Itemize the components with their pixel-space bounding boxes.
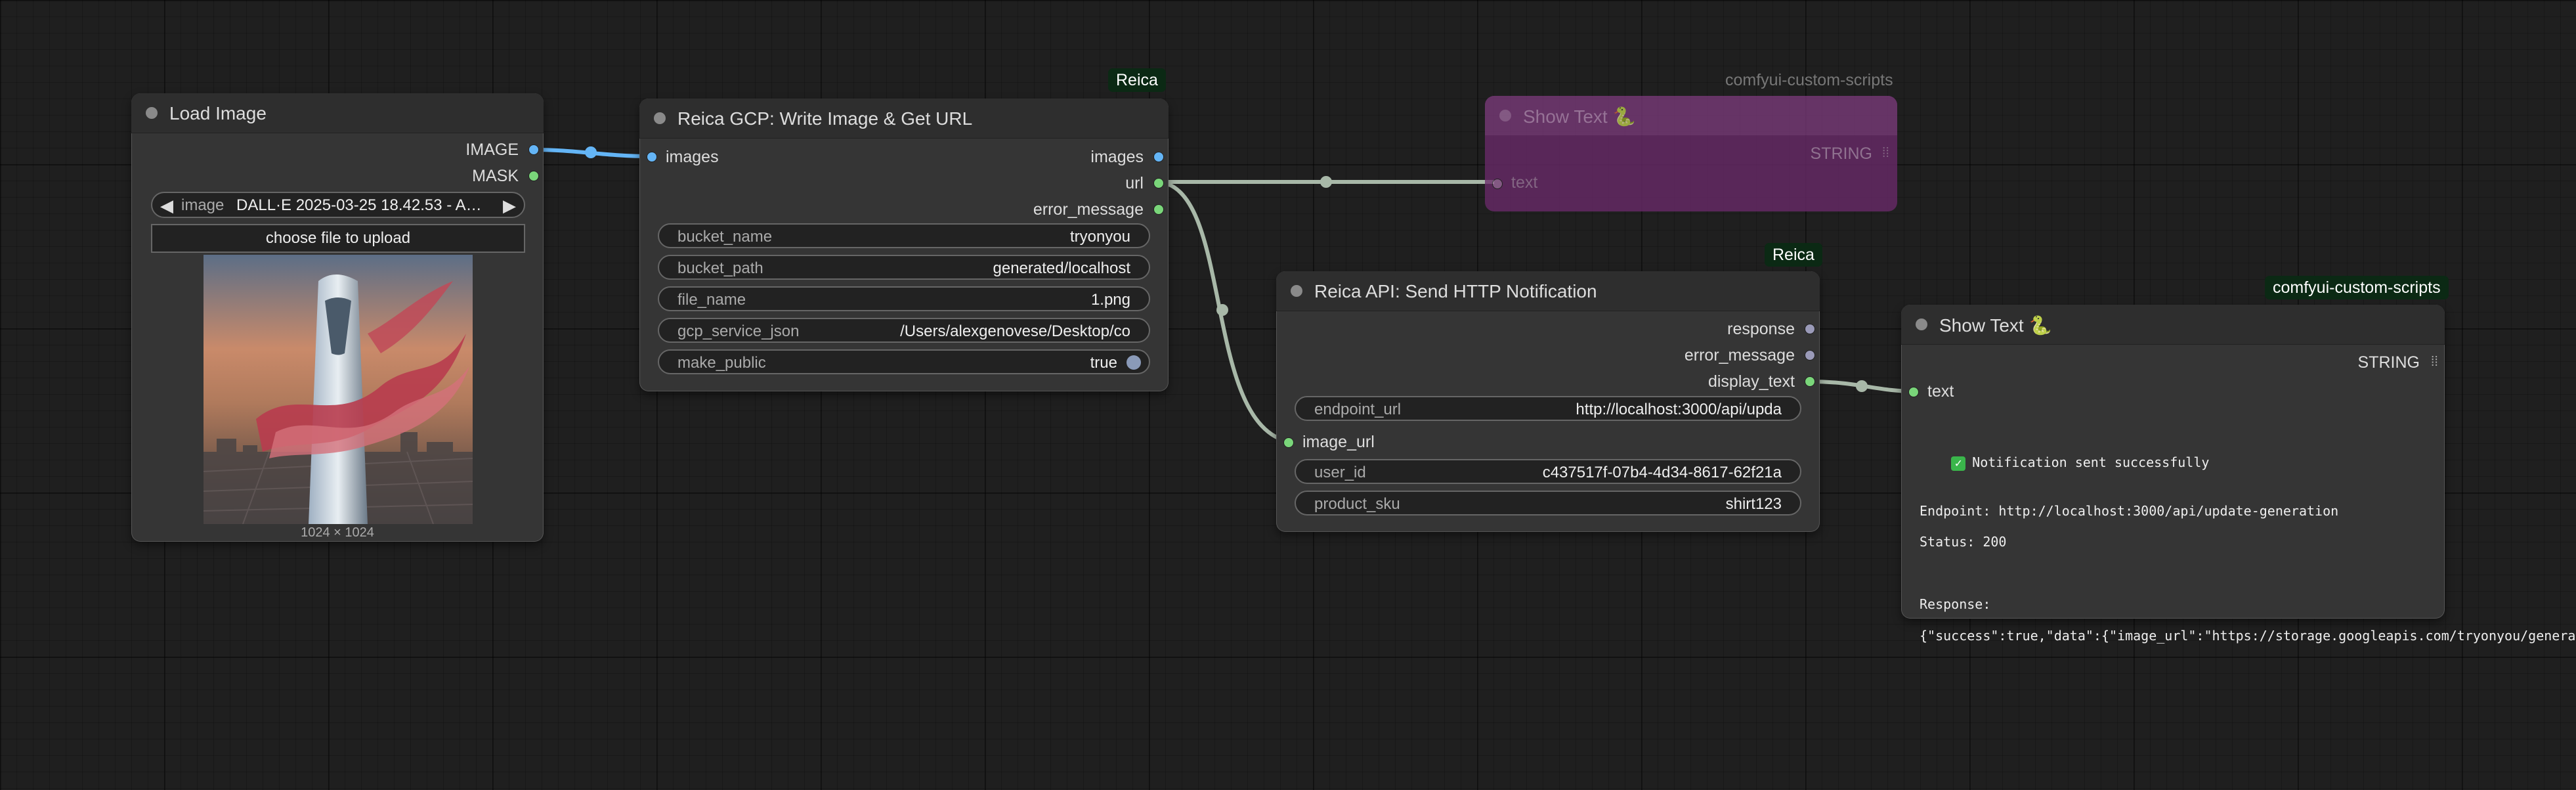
output-response-label: response: [1727, 320, 1795, 338]
widget-label: gcp_service_json: [677, 322, 800, 340]
input-text-label: text: [1511, 173, 1538, 192]
output-url-label: url: [1125, 174, 1144, 192]
output-error-message-slot[interactable]: [1805, 350, 1815, 361]
show-text-node[interactable]: Show Text 🐍 STRING ⁞⁞ text ✓ Notification…: [1901, 305, 2445, 619]
output-image-slot[interactable]: [528, 144, 539, 155]
widget-value: 1.png: [1090, 291, 1130, 309]
widget-label: make_public: [677, 354, 766, 372]
output-url-slot[interactable]: [1153, 178, 1164, 188]
widget-label: product_sku: [1314, 495, 1400, 513]
output-error-message-label: error_message: [1033, 200, 1144, 219]
node-title: Load Image: [169, 103, 267, 123]
link-midpoint[interactable]: [585, 146, 597, 158]
bucket-name-widget[interactable]: bucket_name tryonyou: [658, 223, 1150, 248]
link-midpoint[interactable]: [1856, 380, 1868, 392]
input-image-url-label: image_url: [1302, 433, 1375, 451]
output-images-label: images: [1090, 148, 1144, 166]
link-midpoint[interactable]: [1216, 304, 1228, 316]
endpoint-url-widget[interactable]: endpoint_url http://localhost:3000/api/u…: [1295, 396, 1801, 421]
collapse-dot-icon[interactable]: [1916, 318, 1927, 330]
input-text-slot[interactable]: [1492, 179, 1503, 189]
user-id-widget[interactable]: user_id c437517f-07b4-4d34-8617-62f21a: [1295, 459, 1801, 484]
node-title-bar[interactable]: Reica API: Send HTTP Notification: [1276, 271, 1820, 311]
toggle-knob-icon[interactable]: [1127, 355, 1141, 370]
notification-text: Notification sent successfully: [1972, 454, 2210, 470]
file-name-widget[interactable]: file_name 1.png: [658, 286, 1150, 311]
product-sku-widget[interactable]: product_sku shirt123: [1295, 491, 1801, 516]
link-url-to-http: [1156, 180, 1291, 444]
collapse-dot-icon[interactable]: [146, 107, 158, 119]
response-label-line: Response:: [1920, 596, 1991, 612]
output-display-text-slot[interactable]: [1805, 376, 1815, 387]
input-text-slot[interactable]: [1908, 387, 1919, 397]
widget-label: bucket_path: [677, 259, 763, 277]
image-dimensions: 1024 × 1024: [301, 525, 374, 540]
check-icon: ✓: [1951, 456, 1966, 471]
output-error-message-slot[interactable]: [1153, 204, 1164, 215]
node-title: Reica GCP: Write Image & Get URL: [677, 108, 973, 129]
widget-value: http://localhost:3000/api/upda: [1576, 401, 1782, 418]
input-images-slot[interactable]: [647, 152, 657, 162]
widget-label: endpoint_url: [1314, 401, 1402, 418]
notification-line: ✓ Notification sent successfully: [1920, 439, 2209, 487]
output-display-text-label: display_text: [1707, 372, 1795, 391]
node-title: Reica API: Send HTTP Notification: [1314, 281, 1597, 301]
input-images-label: images: [666, 148, 719, 166]
widget-value: shirt123: [1725, 495, 1782, 513]
widget-label: user_id: [1314, 464, 1366, 481]
widget-value: generated/localhost: [993, 259, 1130, 277]
arrow-right-icon[interactable]: ▶: [503, 196, 516, 216]
widget-value: tryonyou: [1069, 228, 1130, 246]
upload-button[interactable]: choose file to upload: [151, 224, 525, 253]
node-title: Show Text 🐍: [1939, 315, 2052, 336]
make-public-toggle[interactable]: make_public true: [658, 349, 1150, 374]
endpoint-line: Endpoint: http://localhost:3000/api/upda…: [1920, 503, 2339, 519]
image-combo[interactable]: ◀ image DALL·E 2025-03-25 18.42.53 - A… …: [151, 192, 525, 218]
node-badge: comfyui-custom-scripts: [2265, 276, 2449, 299]
widget-label: file_name: [677, 291, 746, 309]
combo-value: DALL·E 2025-03-25 18.42.53 - A…: [236, 196, 482, 214]
node-title-bar[interactable]: Reica GCP: Write Image & Get URL: [639, 99, 1169, 139]
output-images-slot[interactable]: [1153, 152, 1164, 162]
widget-value: true: [1090, 354, 1117, 372]
node-title: Show Text 🐍: [1523, 106, 1636, 127]
input-image-url-slot[interactable]: [1283, 437, 1294, 448]
collapse-dot-icon[interactable]: [1291, 285, 1302, 297]
status-line: Status: 200: [1920, 534, 2007, 550]
output-string-label: STRING: [2357, 353, 2420, 372]
output-error-message-label: error_message: [1684, 346, 1795, 364]
load-image-node[interactable]: Load Image IMAGE MASK ◀ image DALL·E 202…: [131, 93, 544, 542]
input-text-label: text: [1927, 382, 1954, 401]
widget-value: /Users/alexgenovese/Desktop/co: [900, 322, 1130, 340]
collapse-dot-icon[interactable]: [1499, 110, 1511, 121]
output-response-slot[interactable]: [1805, 324, 1815, 334]
node-title-bar[interactable]: Show Text 🐍: [1901, 305, 2445, 345]
output-string-label: STRING: [1810, 144, 1872, 163]
node-badge: comfyui-custom-scripts: [1725, 71, 1893, 89]
gcp-service-json-widget[interactable]: gcp_service_json /Users/alexgenovese/Des…: [658, 318, 1150, 343]
widget-value: c437517f-07b4-4d34-8617-62f21a: [1542, 464, 1782, 481]
output-image-label: IMAGE: [465, 141, 519, 159]
link-display-text: [1809, 380, 1916, 393]
http-notification-node[interactable]: Reica API: Send HTTP Notification respon…: [1276, 271, 1820, 532]
bucket-path-widget[interactable]: bucket_path generated/localhost: [658, 255, 1150, 280]
output-mask-slot[interactable]: [528, 171, 539, 181]
output-mask-label: MASK: [472, 167, 519, 185]
grid-icon: ⁞⁞: [2430, 355, 2438, 369]
link-image: [532, 148, 652, 158]
response-body-line: {"success":true,"data":{"image_url":"htt…: [1920, 628, 2576, 644]
node-title-bar[interactable]: Show Text 🐍: [1485, 96, 1897, 135]
grid-icon: ⁞⁞: [1881, 146, 1889, 160]
node-title-bar[interactable]: Load Image: [131, 93, 544, 133]
image-preview: [204, 255, 473, 524]
collapse-dot-icon[interactable]: [654, 112, 666, 124]
widget-label: bucket_name: [677, 228, 773, 246]
gcp-write-image-node[interactable]: Reica GCP: Write Image & Get URL images …: [639, 99, 1169, 391]
node-badge: Reica: [1108, 68, 1166, 92]
link-midpoint[interactable]: [1320, 176, 1332, 188]
arrow-left-icon[interactable]: ◀: [160, 196, 173, 216]
combo-label: image: [181, 196, 225, 214]
node-badge: Reica: [1765, 243, 1822, 267]
show-text-bypassed-node[interactable]: Show Text 🐍 STRING ⁞⁞ text: [1485, 96, 1897, 211]
